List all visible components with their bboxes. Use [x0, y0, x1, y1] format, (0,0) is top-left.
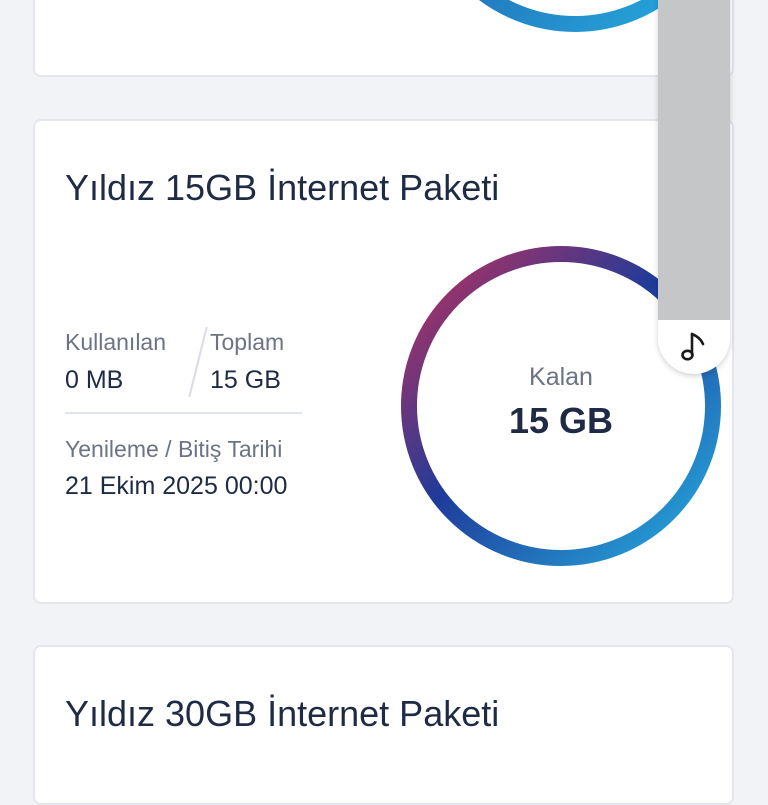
- divider-slash: [188, 326, 208, 398]
- remaining-label: Kalan: [529, 363, 593, 391]
- package-title: Yıldız 15GB İnternet Paketi: [65, 167, 500, 208]
- music-button[interactable]: [658, 320, 730, 374]
- divider-line: [65, 412, 302, 414]
- package-card-previous: [33, 0, 734, 77]
- scroll-thumb[interactable]: [658, 0, 730, 320]
- package-title: Yıldız 30GB İnternet Paketi: [65, 693, 500, 734]
- total-label: Toplam: [210, 329, 285, 355]
- renewal-label: Yenileme / Bitiş Tarihi: [65, 436, 283, 462]
- used-value: 0 MB: [65, 366, 124, 394]
- package-card-30gb[interactable]: Yıldız 30GB İnternet Paketi: [33, 645, 734, 805]
- music-note-icon: [681, 332, 705, 361]
- remaining-value: 15 GB: [508, 400, 614, 441]
- renewal-value: 21 Ekim 2025 00:00: [65, 472, 288, 500]
- used-label: Kullanılan: [65, 329, 167, 355]
- package-card-15gb[interactable]: Yıldız 15GB İnternet Paketi Kullanılan 0…: [33, 119, 734, 604]
- ring-center: Kalan 15 GB: [460, 363, 662, 442]
- total-value: 15 GB: [210, 366, 281, 394]
- floating-scroll-widget[interactable]: [658, 0, 730, 374]
